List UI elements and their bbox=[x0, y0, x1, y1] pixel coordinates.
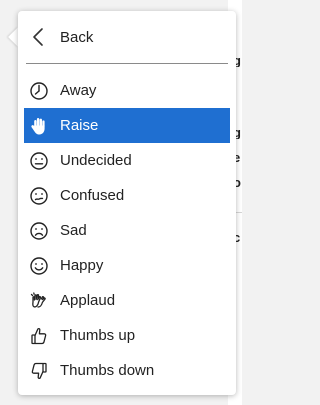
thumbs-down-icon bbox=[28, 360, 50, 382]
raised-hand-icon bbox=[28, 115, 50, 137]
menu-item-confused[interactable]: Confused bbox=[24, 178, 230, 213]
menu-item-label: Applaud bbox=[60, 292, 116, 309]
back-label: Back bbox=[60, 28, 94, 46]
menu-item-label: Sad bbox=[60, 222, 87, 239]
page: g g e o c Back Away Raise Undecided Conf… bbox=[0, 0, 242, 405]
menu-item-away[interactable]: Away bbox=[24, 73, 230, 108]
menu-item-label: Thumbs down bbox=[60, 362, 155, 379]
menu-item-label: Happy bbox=[60, 257, 104, 274]
menu-pointer-cover bbox=[18, 24, 30, 52]
clock-icon bbox=[28, 80, 50, 102]
menu-item-label: Away bbox=[60, 82, 97, 99]
neutral-face-icon bbox=[28, 150, 50, 172]
menu-item-happy[interactable]: Happy bbox=[24, 248, 230, 283]
thumbs-up-icon bbox=[28, 325, 50, 347]
menu-item-raise[interactable]: Raise bbox=[24, 108, 230, 143]
status-menu: Back Away Raise Undecided Confused Sad H… bbox=[18, 11, 236, 395]
menu-item-label: Raise bbox=[60, 117, 99, 134]
sad-face-icon bbox=[28, 220, 50, 242]
confused-face-icon bbox=[28, 185, 50, 207]
menu-item-undecided[interactable]: Undecided bbox=[24, 143, 230, 178]
menu-item-label: Thumbs up bbox=[60, 327, 136, 344]
menu-item-applaud[interactable]: Applaud bbox=[24, 283, 230, 318]
menu-item-label: Confused bbox=[60, 187, 125, 204]
menu-divider bbox=[26, 63, 228, 64]
menu-item-thumbs-down[interactable]: Thumbs down bbox=[24, 353, 230, 388]
happy-face-icon bbox=[28, 255, 50, 277]
menu-item-thumbs-up[interactable]: Thumbs up bbox=[24, 318, 230, 353]
status-list: Away Raise Undecided Confused Sad Happy … bbox=[24, 73, 230, 388]
menu-item-label: Undecided bbox=[60, 152, 132, 169]
menu-item-sad[interactable]: Sad bbox=[24, 213, 230, 248]
back-button[interactable]: Back bbox=[24, 19, 230, 55]
clapping-hands-icon bbox=[28, 290, 50, 312]
